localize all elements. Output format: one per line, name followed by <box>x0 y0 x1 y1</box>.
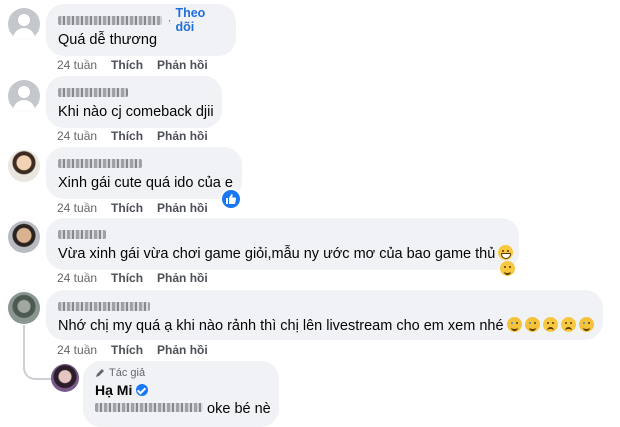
commenter-avatar[interactable] <box>8 80 40 112</box>
comment-time[interactable]: 24 tuần <box>57 343 97 357</box>
reply-text-content: oke bé nè <box>207 401 271 417</box>
mentioned-name-blurred[interactable] <box>95 403 203 412</box>
comment-bubble: Vừa xinh gái vừa chơi game giỏi,mẫu ny ư… <box>46 218 519 270</box>
grin-emoji <box>498 245 514 260</box>
commenter-avatar[interactable] <box>8 221 40 253</box>
sad-emoji <box>560 317 576 332</box>
commenter-avatar[interactable] <box>8 8 40 40</box>
comment-text-content: Vừa xinh gái vừa chơi game giỏi,mẫu ny ư… <box>58 246 496 262</box>
comment-text: Vừa xinh gái vừa chơi game giỏi,mẫu ny ư… <box>58 244 514 264</box>
comment-actions: 24 tuần Thích Phản hồi <box>57 129 208 143</box>
comment-bubble: Khi nào cj comeback djii <box>46 76 222 128</box>
reply-button[interactable]: Phản hồi <box>157 129 208 143</box>
like-button[interactable]: Thích <box>111 271 143 285</box>
comment-time[interactable]: 24 tuần <box>57 58 97 72</box>
comment-actions: 24 tuần Thích Phản hồi <box>57 201 208 215</box>
comment-actions: 24 tuần Thích Phản hồi <box>57 271 208 285</box>
follow-link[interactable]: Theo dõi <box>175 6 224 34</box>
comment-actions: 24 tuần Thích Phản hồi <box>57 58 208 72</box>
crying-emoji <box>506 317 522 332</box>
verified-badge-icon <box>136 384 149 396</box>
author-name[interactable]: Hạ Mi <box>95 382 132 398</box>
author-tag: Tác giả <box>95 367 267 379</box>
commenter-avatar[interactable] <box>8 292 40 324</box>
pen-icon <box>96 369 104 377</box>
like-reaction-badge[interactable] <box>220 188 242 210</box>
commenter-name-blurred[interactable] <box>58 87 128 97</box>
thread-connector <box>23 350 51 380</box>
comment-text-content: Nhớ chị my quá ạ khi nào rảnh thì chị lê… <box>58 318 504 334</box>
reply-button[interactable]: Phản hồi <box>157 58 208 72</box>
comment-text: Khi nào cj comeback djii <box>58 104 214 120</box>
like-button[interactable]: Thích <box>111 201 143 215</box>
comment-text: Xinh gái cute quá ido của e <box>58 175 233 191</box>
commenter-name-blurred[interactable] <box>58 229 106 239</box>
like-button[interactable]: Thích <box>111 58 143 72</box>
commenter-name-blurred[interactable] <box>58 15 163 25</box>
reply-button[interactable]: Phản hồi <box>157 343 208 357</box>
like-button[interactable]: Thích <box>111 343 143 357</box>
comment-bubble: · Theo dõi Quá dễ thương <box>46 4 236 56</box>
laugh-emoji <box>500 261 515 276</box>
reply-button[interactable]: Phản hồi <box>157 201 208 215</box>
comment-text: Nhớ chị my quá ạ khi nào rảnh thì chị lê… <box>58 316 594 336</box>
comment-actions: 24 tuần Thích Phản hồi <box>57 343 208 357</box>
comment-time[interactable]: 24 tuần <box>57 271 97 285</box>
author-avatar[interactable] <box>51 364 79 392</box>
like-icon <box>226 194 237 204</box>
comment-time[interactable]: 24 tuần <box>57 129 97 143</box>
commenter-avatar[interactable] <box>8 150 40 182</box>
commenter-name-blurred[interactable] <box>58 158 142 168</box>
thread-line <box>23 325 25 353</box>
reply-text: oke bé nè <box>95 399 271 419</box>
separator-dot: · <box>167 13 172 27</box>
author-tag-label: Tác giả <box>109 367 146 379</box>
reply-bubble: Tác giả Hạ Mi oke bé nè <box>83 361 279 427</box>
comment-bubble: Nhớ chị my quá ạ khi nào rảnh thì chị lê… <box>46 290 603 340</box>
comment-time[interactable]: 24 tuần <box>57 201 97 215</box>
crying-emoji <box>578 317 594 332</box>
like-button[interactable]: Thích <box>111 129 143 143</box>
comment-bubble: Xinh gái cute quá ido của e <box>46 147 242 199</box>
sad-emoji <box>542 317 558 332</box>
commenter-name-blurred[interactable] <box>58 301 150 311</box>
reply-button[interactable]: Phản hồi <box>157 271 208 285</box>
crying-emoji <box>524 317 540 332</box>
